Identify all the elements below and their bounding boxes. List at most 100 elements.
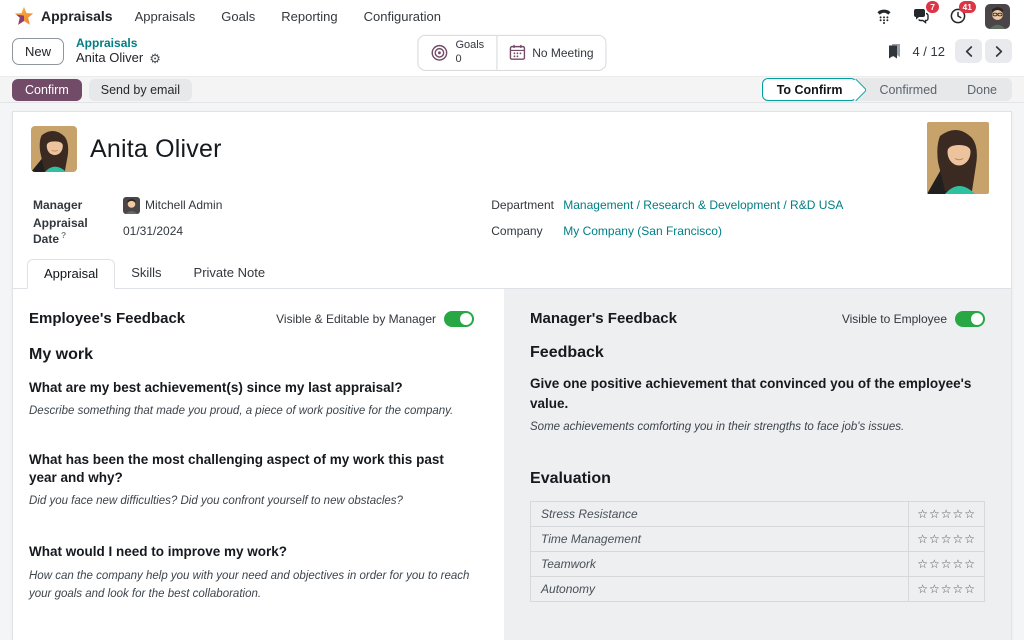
- employee-avatar: [31, 126, 77, 172]
- new-button[interactable]: New: [12, 38, 64, 65]
- manager-hint: Some achievements comforting you in thei…: [530, 418, 985, 436]
- goals-count: 0: [455, 53, 484, 67]
- employee-visibility-toggle[interactable]: [444, 311, 474, 327]
- app-logo-icon: [14, 6, 34, 26]
- appraisal-date-label: Appraisal Date?: [33, 216, 123, 246]
- breadcrumb-current-label: Anita Oliver: [76, 50, 143, 66]
- employee-hint-2: Did you face new difficulties? Did you c…: [29, 492, 474, 510]
- employee-question-1: What are my best achievement(s) since my…: [29, 379, 474, 397]
- appraisal-tab-content: Employee's Feedback Visible & Editable b…: [13, 289, 1011, 640]
- action-gear-icon[interactable]: ⚙: [149, 52, 161, 65]
- evaluation-row-label: Teamwork: [531, 551, 909, 576]
- page-title: Anita Oliver: [90, 135, 222, 164]
- manager-field: Manager Mitchell Admin: [33, 192, 483, 218]
- department-label: Department: [491, 198, 563, 212]
- company-label: Company: [491, 224, 563, 238]
- company-value[interactable]: My Company (San Francisco): [563, 224, 722, 238]
- employee-feedback-panel: Employee's Feedback Visible & Editable b…: [13, 289, 504, 640]
- department-value[interactable]: Management / Research & Development / R&…: [563, 198, 843, 212]
- evaluation-row: Time Management ☆☆☆☆☆: [531, 526, 985, 551]
- evaluation-row-label: Stress Resistance: [531, 501, 909, 526]
- notebook-tabs: Appraisal Skills Private Note: [13, 258, 1011, 289]
- tab-skills[interactable]: Skills: [115, 259, 177, 289]
- stage-done[interactable]: Done: [952, 78, 1012, 101]
- department-field: Department Management / Research & Devel…: [491, 192, 991, 218]
- manager-statement: Give one positive achievement that convi…: [530, 374, 982, 413]
- pager-zone: 4 / 12: [887, 39, 1012, 63]
- star-rating-input[interactable]: ☆☆☆☆☆: [909, 551, 985, 576]
- manager-feedback-panel: Manager's Feedback Visible to Employee F…: [504, 289, 1011, 640]
- bookmark-icon[interactable]: [887, 43, 902, 60]
- voip-phone-icon[interactable]: [874, 6, 894, 26]
- main-menu: Appraisals Goals Reporting Configuration: [135, 9, 441, 24]
- help-icon: ?: [61, 230, 66, 240]
- send-by-email-button[interactable]: Send by email: [89, 79, 192, 101]
- systray: 7 41: [874, 4, 1010, 29]
- evaluation-row: Teamwork ☆☆☆☆☆: [531, 551, 985, 576]
- evaluation-row: Autonomy ☆☆☆☆☆: [531, 576, 985, 601]
- smart-buttons: Goals 0 No Meeting: [417, 35, 606, 71]
- tab-appraisal[interactable]: Appraisal: [27, 259, 115, 289]
- manager-label: Manager: [33, 198, 123, 212]
- employee-question-3: What would I need to improve my work?: [29, 543, 474, 561]
- field-grid: Manager Mitchell Admin: [31, 192, 991, 244]
- appraisal-date-field: Appraisal Date? 01/31/2024: [33, 218, 483, 244]
- menu-configuration[interactable]: Configuration: [364, 9, 441, 24]
- activities-clock-icon[interactable]: 41: [948, 6, 968, 26]
- menu-reporting[interactable]: Reporting: [281, 9, 337, 24]
- employee-question-2: What has been the most challenging aspec…: [29, 451, 474, 487]
- goals-smart-button[interactable]: Goals 0: [418, 36, 496, 70]
- app-brand[interactable]: Appraisals: [14, 6, 113, 26]
- manager-name: Mitchell Admin: [145, 198, 222, 212]
- star-rating-input[interactable]: ☆☆☆☆☆: [909, 526, 985, 551]
- form-sheet: Anita Oliver Manager: [12, 111, 1012, 640]
- meeting-label: No Meeting: [532, 46, 593, 60]
- breadcrumb: Appraisals Anita Oliver ⚙: [76, 36, 161, 66]
- manager-feedback-title: Manager's Feedback: [530, 310, 677, 327]
- target-icon: [430, 44, 448, 62]
- manager-section-title: Feedback: [530, 344, 985, 362]
- manager-value[interactable]: Mitchell Admin: [123, 197, 222, 214]
- star-rating-input[interactable]: ☆☆☆☆☆: [909, 501, 985, 526]
- pager-next-button[interactable]: [985, 39, 1012, 63]
- control-panel: New Appraisals Anita Oliver ⚙ Goals 0: [0, 32, 1024, 76]
- activities-badge: 41: [959, 1, 976, 13]
- employee-photo[interactable]: [927, 122, 989, 194]
- pager-value: 4 / 12: [912, 44, 945, 59]
- manager-visibility-label: Visible to Employee: [842, 312, 947, 326]
- appraisal-date-value[interactable]: 01/31/2024: [123, 224, 183, 238]
- messages-badge: 7: [926, 1, 939, 13]
- form-view-area: Anita Oliver Manager: [0, 103, 1024, 640]
- star-rating-input[interactable]: ☆☆☆☆☆: [909, 576, 985, 601]
- menu-goals[interactable]: Goals: [221, 9, 255, 24]
- breadcrumb-parent[interactable]: Appraisals: [76, 36, 161, 50]
- employee-hint-1: Describe something that made you proud, …: [29, 402, 474, 420]
- messages-icon[interactable]: 7: [911, 6, 931, 26]
- employee-feedback-title: Employee's Feedback: [29, 310, 185, 327]
- tab-private-note[interactable]: Private Note: [178, 259, 282, 289]
- top-navbar: Appraisals Appraisals Goals Reporting Co…: [0, 0, 1024, 32]
- calendar-icon: [509, 44, 525, 61]
- company-field: Company My Company (San Francisco): [491, 218, 991, 244]
- pager-previous-button[interactable]: [955, 39, 982, 63]
- breadcrumb-current: Anita Oliver ⚙: [76, 50, 161, 66]
- stage-confirmed[interactable]: Confirmed: [857, 78, 952, 101]
- meeting-smart-button[interactable]: No Meeting: [496, 36, 605, 70]
- sheet-header: Anita Oliver Manager: [13, 112, 1011, 244]
- user-menu-avatar[interactable]: [985, 4, 1010, 29]
- goals-label: Goals: [455, 39, 484, 53]
- evaluation-row-label: Autonomy: [531, 576, 909, 601]
- stage-pipeline: To Confirm Confirmed Done: [762, 78, 1012, 101]
- app-name: Appraisals: [41, 8, 113, 24]
- employee-hint-3: How can the company help you with your n…: [29, 567, 474, 604]
- employee-section-title: My work: [29, 346, 474, 364]
- confirm-button[interactable]: Confirm: [12, 79, 82, 101]
- stage-to-confirm[interactable]: To Confirm: [762, 78, 858, 101]
- menu-appraisals[interactable]: Appraisals: [135, 9, 196, 24]
- evaluation-title: Evaluation: [530, 470, 985, 488]
- manager-avatar: [123, 197, 140, 214]
- manager-visibility-toggle[interactable]: [955, 311, 985, 327]
- evaluation-table: Stress Resistance ☆☆☆☆☆ Time Management …: [530, 501, 985, 602]
- evaluation-row-label: Time Management: [531, 526, 909, 551]
- status-bar: Confirm Send by email To Confirm Confirm…: [0, 76, 1024, 103]
